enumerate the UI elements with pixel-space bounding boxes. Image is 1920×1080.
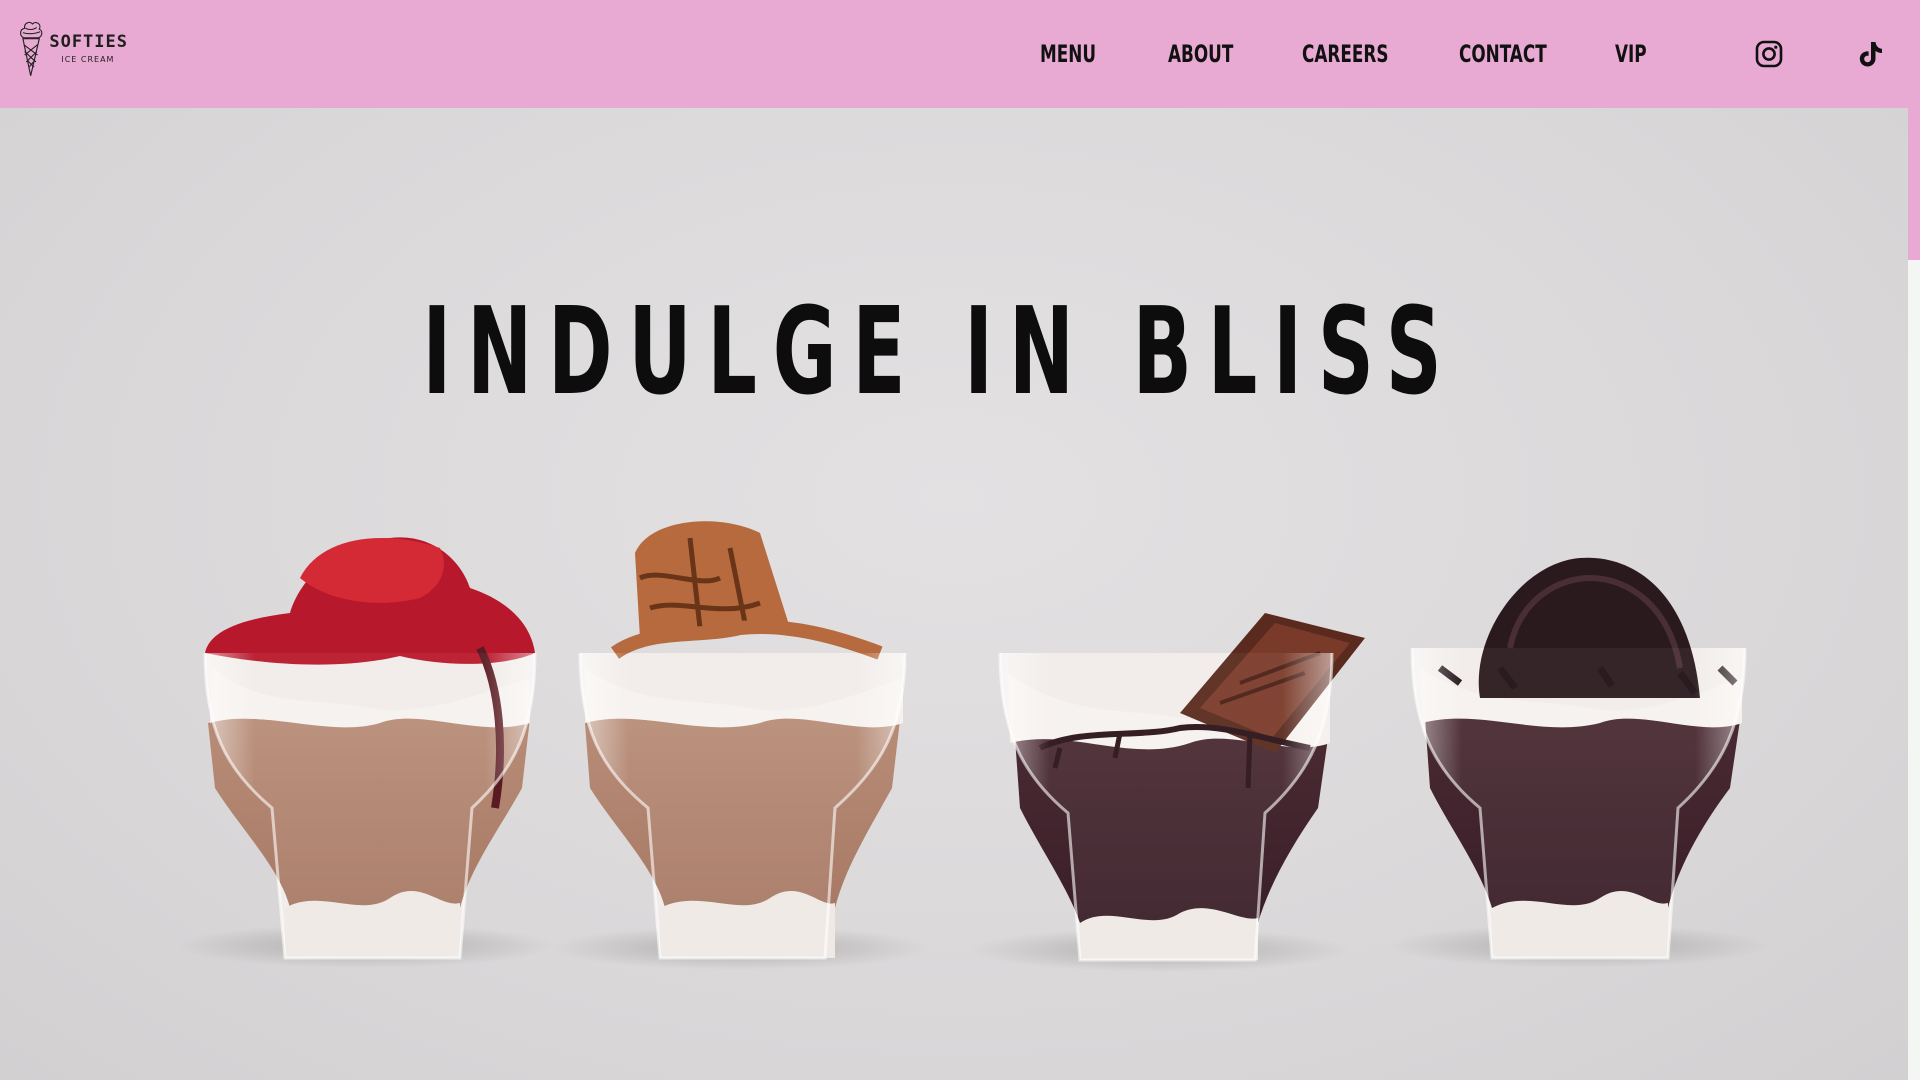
oreo-dessert-cup: [1410, 557, 1747, 960]
nav-item-vip[interactable]: VIP: [1615, 40, 1647, 68]
nav-item-about[interactable]: ABOUT: [1168, 40, 1233, 68]
tiktok-icon[interactable]: [1855, 39, 1885, 69]
main-nav: MENU ABOUT CAREERS CONTACT VIP: [0, 0, 1920, 108]
hero-section: INDULGE IN BLISS: [0, 108, 1908, 1080]
hero-dessert-image: [175, 521, 1768, 972]
nav-item-menu[interactable]: MENU: [1040, 40, 1096, 68]
scrollbar-thumb[interactable]: [1908, 108, 1920, 260]
chocolate-bar-dessert-cup: [998, 613, 1365, 962]
nav-item-contact[interactable]: CONTACT: [1459, 40, 1547, 68]
strawberry-dessert-cup: [203, 537, 537, 960]
hero-title: INDULGE IN BLISS: [422, 283, 1458, 422]
site-header: SOFTIES ICE CREAM MENU ABOUT CAREERS CON…: [0, 0, 1920, 108]
nav-item-careers[interactable]: CAREERS: [1302, 40, 1388, 68]
biscoff-dessert-cup: [578, 521, 907, 960]
instagram-icon[interactable]: [1754, 39, 1784, 69]
